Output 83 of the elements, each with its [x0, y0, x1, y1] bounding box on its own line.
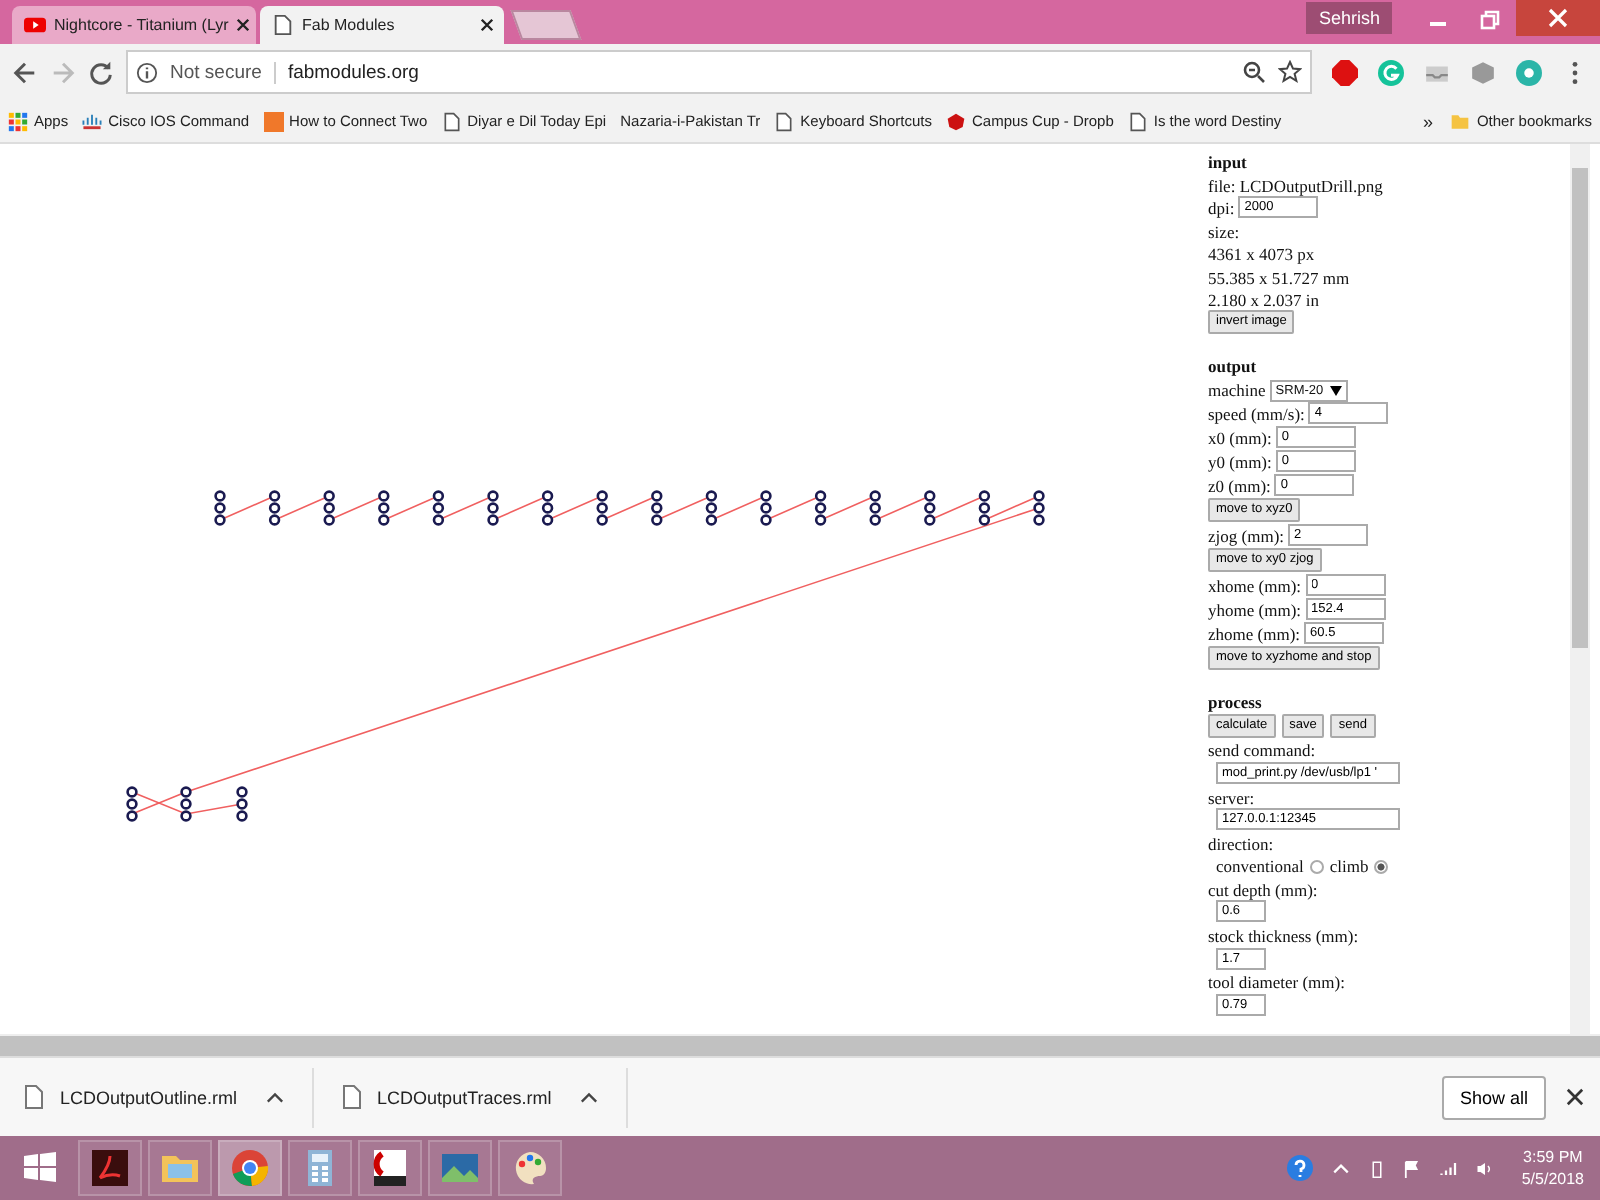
- download-name[interactable]: LCDOutputTraces.rml: [377, 1087, 552, 1107]
- info-icon[interactable]: [136, 61, 158, 83]
- section-heading: process: [1208, 691, 1264, 714]
- apps-grid-icon[interactable]: [8, 111, 28, 131]
- browser-icon: [230, 1148, 270, 1188]
- close-window-button[interactable]: [1516, 0, 1600, 36]
- field-label: z0 (mm):: [1208, 475, 1271, 496]
- signal-icon[interactable]: [1439, 1159, 1458, 1177]
- info-text: direction:: [1208, 832, 1276, 856]
- field-label: zjog (mm):: [1208, 525, 1285, 546]
- battery-icon: [1367, 1159, 1386, 1177]
- back-icon[interactable]: [12, 59, 38, 85]
- page-icon[interactable]: [1127, 111, 1148, 131]
- help-icon[interactable]: [1285, 1154, 1314, 1182]
- field-label: speed (mm/s):: [1208, 403, 1305, 424]
- caret-icon[interactable]: [579, 1091, 598, 1103]
- stop-sign-icon[interactable]: [1332, 59, 1358, 85]
- zoom-icon[interactable]: [1242, 60, 1266, 84]
- pdf-icon: [90, 1148, 130, 1188]
- horizontal-scrollbar[interactable]: [0, 1034, 1600, 1056]
- taskbar-button[interactable]: [78, 1140, 142, 1196]
- file-icon: [341, 1084, 362, 1110]
- caret-icon: [1329, 385, 1342, 396]
- field-label: zhome (mm):: [1208, 623, 1301, 644]
- security-label[interactable]: Not secure: [170, 61, 276, 83]
- palette-icon: [510, 1148, 550, 1188]
- info-text: server:: [1208, 786, 1257, 809]
- caret-icon[interactable]: [1331, 1159, 1350, 1177]
- caret-icon[interactable]: [265, 1091, 284, 1103]
- info-text: cut depth (mm):: [1208, 877, 1320, 901]
- info-text: size:: [1208, 220, 1242, 244]
- close-icon[interactable]: [236, 18, 251, 32]
- page-icon: [272, 14, 294, 36]
- close-icon: [1548, 8, 1568, 28]
- radio-button[interactable]: [1309, 859, 1324, 874]
- square-logo-icon[interactable]: [263, 111, 284, 131]
- field-label: dpi:: [1208, 198, 1235, 219]
- page-icon[interactable]: [774, 111, 795, 131]
- radio-button[interactable]: [1374, 859, 1389, 874]
- field-label: machine: [1208, 380, 1266, 401]
- close-icon[interactable]: [480, 18, 494, 32]
- grammar-icon[interactable]: [1378, 59, 1404, 85]
- video-icon: [24, 14, 46, 36]
- page-icon[interactable]: [441, 111, 462, 131]
- bars-icon[interactable]: [82, 111, 103, 131]
- url-text[interactable]: fabmodules.org: [287, 61, 419, 83]
- field-label: x0 (mm):: [1208, 427, 1272, 448]
- show-all-button[interactable]: Show all: [1441, 1075, 1546, 1119]
- close-icon[interactable]: [1566, 1088, 1584, 1106]
- info-text: stock thickness (mm):: [1208, 924, 1361, 948]
- clock-time[interactable]: 3:59 PM: [1523, 1146, 1583, 1168]
- info-text: 55.385 x 51.727 mm: [1208, 265, 1352, 289]
- vertical-scrollbar[interactable]: [1570, 144, 1590, 1034]
- restore-icon[interactable]: [1478, 8, 1502, 32]
- flag-icon[interactable]: [1403, 1159, 1422, 1177]
- volume-icon[interactable]: [1475, 1159, 1494, 1177]
- section-heading: input: [1208, 152, 1249, 174]
- info-text: 2.180 x 2.037 in: [1208, 288, 1321, 311]
- shield-icon[interactable]: [946, 111, 967, 131]
- windows-logo-icon: [20, 1148, 60, 1188]
- profile-name[interactable]: Sehrish: [1306, 2, 1392, 34]
- section-heading: output: [1208, 356, 1259, 379]
- cube-icon[interactable]: [1470, 59, 1496, 85]
- file-icon: [24, 1084, 44, 1110]
- field-label: y0 (mm):: [1208, 451, 1272, 472]
- field-label: xhome (mm):: [1208, 575, 1302, 596]
- field-label: yhome (mm):: [1208, 599, 1302, 620]
- radio-label: climb: [1329, 856, 1369, 877]
- info-text: send command:: [1208, 739, 1318, 763]
- photo-icon: [440, 1148, 480, 1188]
- info-text: file: LCDOutputDrill.png: [1208, 174, 1385, 197]
- info-text: 4361 x 4073 px: [1208, 243, 1317, 266]
- browser-tab[interactable]: Nightcore - Titanium (Lyr: [12, 6, 256, 44]
- info-text: tool diameter (mm):: [1208, 971, 1347, 994]
- browser-tab[interactable]: Fab Modules: [260, 6, 504, 44]
- star-icon[interactable]: [1278, 60, 1302, 84]
- taskbar-button[interactable]: [358, 1140, 422, 1196]
- radio-label: conventional: [1216, 856, 1304, 877]
- more-bookmarks-button[interactable]: »: [1422, 111, 1433, 131]
- download-name[interactable]: LCDOutputOutline.rml: [60, 1087, 238, 1107]
- new-tab-button[interactable]: [510, 10, 582, 40]
- clock-date[interactable]: 5/5/2018: [1521, 1168, 1584, 1190]
- reload-icon[interactable]: [88, 59, 114, 85]
